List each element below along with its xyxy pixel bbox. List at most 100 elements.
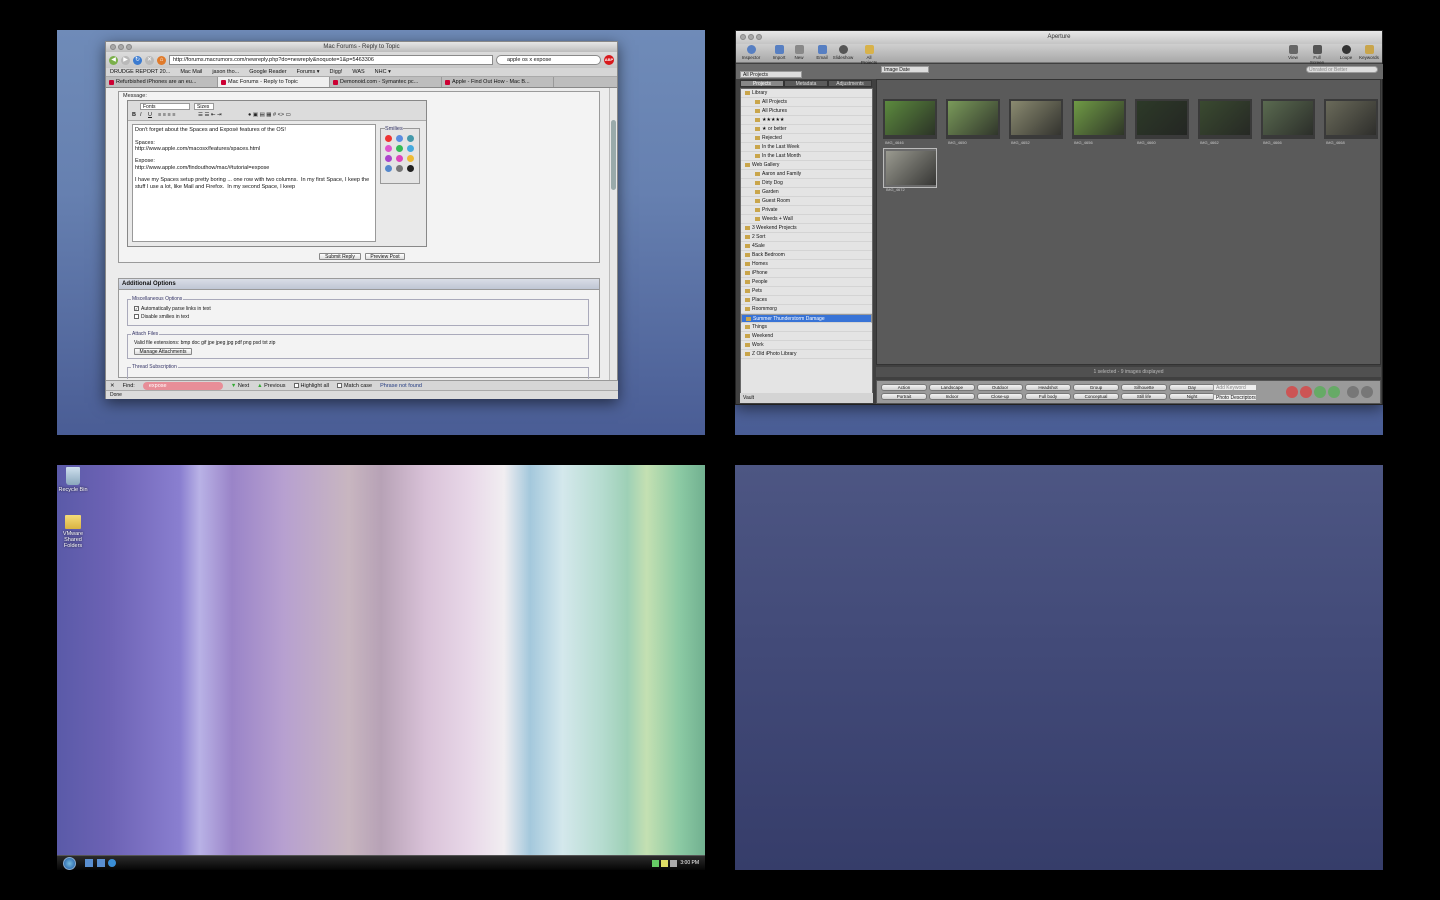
keyword-button[interactable]: Silhouette <box>1121 384 1167 391</box>
firefox-titlebar[interactable]: Mac Forums - Reply to Topic <box>106 42 617 52</box>
bookmark-item[interactable]: jason tho... <box>212 68 239 76</box>
project-item[interactable]: In the Last Week <box>741 143 872 152</box>
space-3[interactable]: Recycle Bin VMware Shared Folders 3:00 P… <box>57 465 705 870</box>
smiley-icon[interactable] <box>385 165 392 172</box>
tab-projects[interactable]: Projects <box>740 80 784 87</box>
project-item[interactable]: iPhone <box>741 269 872 278</box>
firefox-window[interactable]: Mac Forums - Reply to Topic ◀ ▶ ↻ ✕ ⌂ ht… <box>105 41 618 399</box>
message-textarea[interactable]: Don't forget about the Spaces and Exposé… <box>132 124 376 242</box>
smiley-icon[interactable] <box>385 135 392 142</box>
back-icon[interactable]: ◀ <box>109 55 118 65</box>
find-next-button[interactable]: ▼ Next <box>231 381 249 390</box>
zoom-icon[interactable] <box>126 44 132 50</box>
photo-thumbnail[interactable]: IMG_4660 <box>1135 99 1189 145</box>
fonts-select[interactable]: Fonts <box>140 103 190 110</box>
keyword-button[interactable]: Action <box>881 384 927 391</box>
bookmark-item[interactable]: NHC ▾ <box>375 68 391 76</box>
bookmark-item[interactable]: DRUDGE REPORT 20... <box>110 68 170 76</box>
photo-thumbnail[interactable]: IMG_4668 <box>1324 99 1378 145</box>
select-icon[interactable] <box>1328 386 1340 398</box>
filter-search-input[interactable]: Unrated or Better <box>1306 66 1378 73</box>
sizes-select[interactable]: Sizes <box>194 103 214 110</box>
space-2[interactable]: Aperture Inspector Import New Email Slid… <box>735 30 1383 435</box>
full-screen-button[interactable]: Full Screen <box>1306 45 1328 65</box>
tab-demonoid[interactable]: Demonoid.com - Symantec pc... <box>330 77 442 87</box>
inspector-button[interactable]: Inspector <box>740 45 762 60</box>
adblock-icon[interactable]: ABP <box>604 55 614 65</box>
tab-refurbished[interactable]: Refurbished iPhones are an eu... <box>106 77 218 87</box>
keyword-preset-select[interactable]: Photo Descriptors <box>1213 394 1257 401</box>
slideshow-button[interactable]: Slideshow <box>832 45 854 60</box>
add-keyword-input[interactable]: Add Keyword <box>1213 384 1257 391</box>
project-item[interactable]: ★★★★★ <box>741 116 872 125</box>
keyword-button[interactable]: Outdoor <box>977 384 1023 391</box>
project-item[interactable]: ★ or better <box>741 125 872 134</box>
next-image-icon[interactable] <box>1361 386 1373 398</box>
manage-attachments-button[interactable]: Manage Attachments <box>134 348 192 355</box>
bookmark-item[interactable]: Digg! <box>330 68 343 76</box>
submit-reply-button[interactable]: Submit Reply <box>319 253 361 260</box>
internet-explorer-icon[interactable] <box>108 859 116 867</box>
project-item[interactable]: Dirty Dog <box>741 179 872 188</box>
project-item[interactable]: Pets <box>741 287 872 296</box>
stop-icon[interactable]: ✕ <box>145 55 154 65</box>
shared-folder-icon[interactable]: VMware Shared Folders <box>57 515 91 549</box>
keyword-button[interactable]: Still life <box>1121 393 1167 400</box>
photo-thumbnail[interactable]: IMG_4666 <box>1261 99 1315 145</box>
project-item[interactable]: Garden <box>741 188 872 197</box>
project-item[interactable]: Z Old iPhoto Library <box>741 350 872 359</box>
smiley-icon[interactable] <box>385 155 392 162</box>
keyword-button[interactable]: Indoor <box>929 393 975 400</box>
show-desktop-icon[interactable] <box>85 859 93 867</box>
previous-image-icon[interactable] <box>1347 386 1359 398</box>
match-case-option[interactable]: Match case <box>336 381 372 390</box>
keyword-button[interactable]: Night <box>1169 393 1215 400</box>
smiley-icon[interactable] <box>385 145 392 152</box>
project-item[interactable]: Weeds + Wall <box>741 215 872 224</box>
keyword-button[interactable]: Close-up <box>977 393 1023 400</box>
preview-post-button[interactable]: Preview Post <box>365 253 405 260</box>
photo-thumbnail[interactable]: IMG_4650 <box>946 99 1000 145</box>
bookmark-item[interactable]: Mac Mail <box>180 68 202 76</box>
vertical-scrollbar[interactable] <box>609 88 617 380</box>
home-icon[interactable]: ⌂ <box>157 55 166 65</box>
switch-windows-icon[interactable] <box>97 859 105 867</box>
smiley-icon[interactable] <box>396 155 403 162</box>
window-controls[interactable] <box>110 44 132 50</box>
photo-thumbnail[interactable]: IMG_4656 <box>1072 99 1126 145</box>
keyword-button[interactable]: Portrait <box>881 393 927 400</box>
tray-volume-icon[interactable] <box>670 860 677 867</box>
insert-icons[interactable]: ● ▣ ▤ ▦ # <> ▭ <box>248 112 291 118</box>
space-1[interactable]: Mac Forums - Reply to Topic ◀ ▶ ↻ ✕ ⌂ ht… <box>57 30 705 435</box>
minimize-icon[interactable] <box>748 34 754 40</box>
keyword-button[interactable]: Group <box>1073 384 1119 391</box>
reject-icon[interactable] <box>1286 386 1298 398</box>
keyword-button[interactable]: Full body <box>1025 393 1071 400</box>
accept-icon[interactable] <box>1314 386 1326 398</box>
tab-metadata[interactable]: Metadata <box>784 80 828 87</box>
bookmark-item[interactable]: Google Reader <box>249 68 286 76</box>
project-item[interactable]: Library <box>741 89 872 98</box>
project-item[interactable]: People <box>741 278 872 287</box>
loupe-button[interactable]: Loupe <box>1335 45 1357 60</box>
photo-thumbnail[interactable]: IMG_4662 <box>1198 99 1252 145</box>
project-item[interactable]: Roommorg <box>741 305 872 314</box>
project-item[interactable]: In the Last Month <box>741 152 872 161</box>
aperture-window[interactable]: Aperture Inspector Import New Email Slid… <box>735 30 1383 405</box>
tab-adjustments[interactable]: Adjustments <box>828 80 872 87</box>
close-icon[interactable] <box>740 34 746 40</box>
email-button[interactable]: Email <box>811 45 833 60</box>
project-item[interactable]: Guest Room <box>741 197 872 206</box>
tray-network-icon[interactable] <box>652 860 659 867</box>
project-item[interactable]: Things <box>741 323 872 332</box>
project-item[interactable]: Web Gallery <box>741 161 872 170</box>
bookmark-item[interactable]: WAS <box>352 68 364 76</box>
tray-security-icon[interactable] <box>661 860 668 867</box>
aperture-titlebar[interactable]: Aperture <box>736 31 1382 44</box>
project-item[interactable]: 2 Sort <box>741 233 872 242</box>
project-item[interactable]: Summer Thunderstorm Damage <box>741 314 872 323</box>
highlight-all-button[interactable]: Highlight all <box>293 381 329 390</box>
forward-icon[interactable]: ▶ <box>121 55 130 65</box>
find-input[interactable]: expose <box>142 382 223 390</box>
new-button[interactable]: New <box>788 45 810 60</box>
